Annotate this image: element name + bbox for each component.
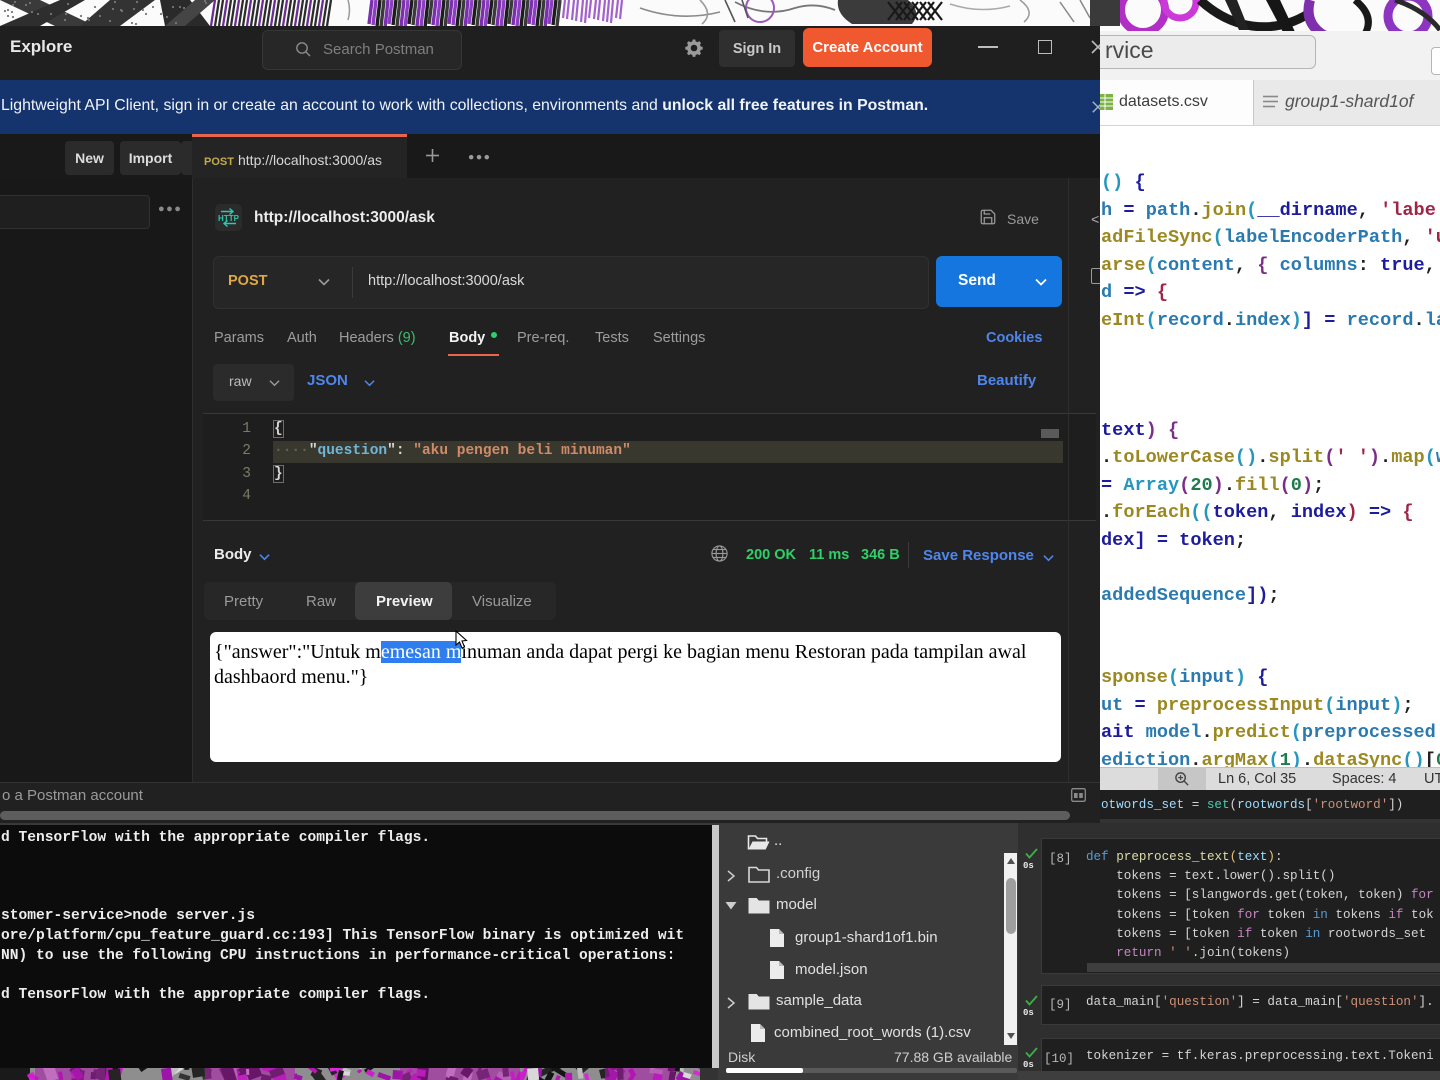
svg-text:HTTP: HTTP [218, 214, 240, 223]
